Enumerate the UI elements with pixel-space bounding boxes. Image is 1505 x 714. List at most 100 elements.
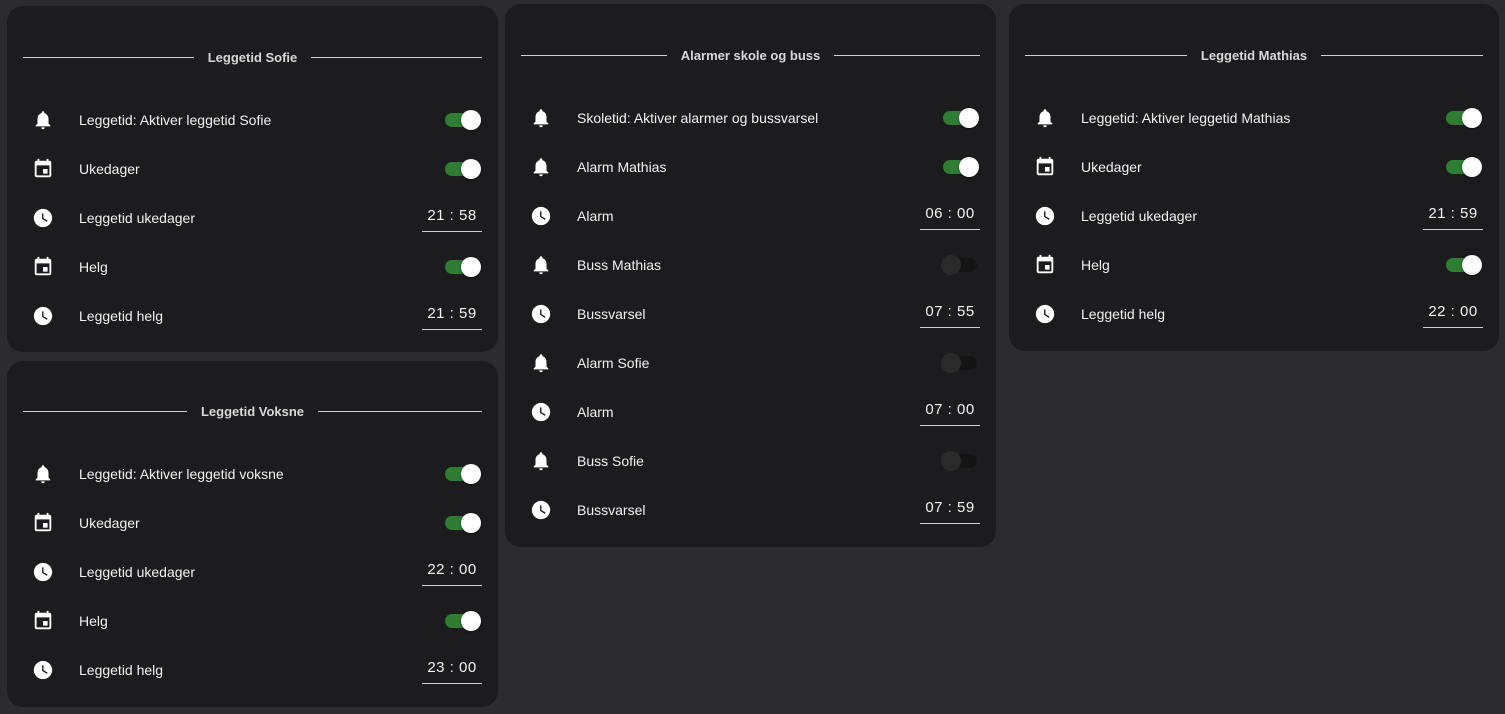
entity-label: Bussvarsel [577,502,646,518]
card-title: Leggetid Sofie [207,49,298,65]
divider [521,54,667,56]
entity-row: Helg [7,603,498,639]
toggle-knob [1462,157,1482,177]
bell-icon [1033,106,1057,130]
entity-label: Helg [79,259,108,275]
card-alarmer-skole-og-buss: Alarmer skole og buss Skoletid: Aktiver … [505,4,996,547]
time-input[interactable]: 07 : 55 [920,301,980,328]
clock-icon [31,560,55,584]
time-input[interactable]: 07 : 00 [920,399,980,426]
clock-icon [1033,302,1057,326]
entity-label: Leggetid ukedager [79,564,195,580]
clock-icon [1033,204,1057,228]
toggle-switch[interactable] [943,157,979,177]
card-title: Alarmer skole og buss [680,47,821,63]
toggle-knob [461,257,481,277]
divider [834,54,981,56]
toggle-knob [941,255,961,275]
toggle-switch[interactable] [941,451,979,471]
card-header: Leggetid Mathias [1025,45,1483,65]
entity-row: Alarm Sofie [505,345,996,381]
toggle-switch[interactable] [445,257,481,277]
card-leggetid-voksne: Leggetid Voksne Leggetid: Aktiver legget… [7,361,498,707]
entity-label: Alarm [577,404,614,420]
toggle-switch[interactable] [943,108,979,128]
entity-label: Ukedager [79,515,140,531]
entity-label: Ukedager [79,161,140,177]
entity-label: Leggetid: Aktiver leggetid voksne [79,466,284,482]
card-header: Alarmer skole og buss [521,45,981,65]
entity-label: Alarm [577,208,614,224]
entity-label: Helg [79,613,108,629]
entity-row: Leggetid ukedager 21 : 59 [1009,198,1499,234]
toggle-switch[interactable] [1446,108,1482,128]
bell-icon [529,106,553,130]
toggle-knob [461,513,481,533]
entity-label: Alarm Sofie [577,355,650,371]
card-title: Leggetid Voksne [200,403,305,419]
time-input[interactable]: 22 : 00 [422,559,482,586]
toggle-switch[interactable] [445,611,481,631]
toggle-switch[interactable] [1446,157,1482,177]
clock-icon [529,498,553,522]
clock-icon [31,206,55,230]
divider [318,410,482,412]
bell-icon [31,108,55,132]
entity-row: Leggetid: Aktiver leggetid Sofie [7,102,498,138]
entity-label: Buss Mathias [577,257,662,273]
toggle-knob [1462,108,1482,128]
entity-row: Buss Sofie [505,443,996,479]
toggle-switch[interactable] [445,110,481,130]
entity-row: Leggetid helg 23 : 00 [7,652,498,688]
toggle-knob [941,353,961,373]
calendar-icon [1033,155,1057,179]
clock-icon [31,304,55,328]
toggle-switch[interactable] [1446,255,1482,275]
entity-label: Leggetid: Aktiver leggetid Mathias [1081,110,1291,126]
entity-label: Buss Sofie [577,453,644,469]
toggle-switch[interactable] [445,513,481,533]
toggle-knob [461,159,481,179]
entity-row: Leggetid: Aktiver leggetid Mathias [1009,100,1499,136]
toggle-switch[interactable] [445,159,481,179]
card-title: Leggetid Mathias [1200,47,1308,63]
divider [1025,54,1187,56]
time-input[interactable]: 23 : 00 [422,657,482,684]
bell-icon [529,253,553,277]
bell-icon [529,351,553,375]
entity-row: Bussvarsel 07 : 55 [505,296,996,332]
time-input[interactable]: 06 : 00 [920,203,980,230]
toggle-knob [959,157,979,177]
time-input[interactable]: 22 : 00 [1423,301,1483,328]
entity-row: Ukedager [1009,149,1499,185]
toggle-switch[interactable] [445,464,481,484]
entity-row: Leggetid ukedager 21 : 58 [7,200,498,236]
card-leggetid-mathias: Leggetid Mathias Leggetid: Aktiver legge… [1009,4,1499,351]
entity-row: Alarm 06 : 00 [505,198,996,234]
divider [23,410,187,412]
entity-label: Bussvarsel [577,306,646,322]
toggle-switch[interactable] [941,255,979,275]
time-input[interactable]: 21 : 59 [422,303,482,330]
toggle-switch[interactable] [941,353,979,373]
bell-icon [529,155,553,179]
time-input[interactable]: 21 : 59 [1423,203,1483,230]
toggle-knob [959,108,979,128]
entity-row: Buss Mathias [505,247,996,283]
card-header: Leggetid Voksne [23,401,482,421]
toggle-knob [941,451,961,471]
entity-label: Alarm Mathias [577,159,667,175]
entity-row: Helg [7,249,498,285]
card-leggetid-sofie: Leggetid Sofie Leggetid: Aktiver leggeti… [7,6,498,352]
entity-label: Leggetid ukedager [79,210,195,226]
clock-icon [529,204,553,228]
time-input[interactable]: 21 : 58 [422,205,482,232]
time-input[interactable]: 07 : 59 [920,497,980,524]
entity-label: Leggetid helg [79,308,164,324]
toggle-knob [461,110,481,130]
bell-icon [529,449,553,473]
entity-label: Leggetid helg [79,662,164,678]
divider [311,56,482,58]
card-header: Leggetid Sofie [23,47,482,67]
entity-row: Leggetid helg 21 : 59 [7,298,498,334]
